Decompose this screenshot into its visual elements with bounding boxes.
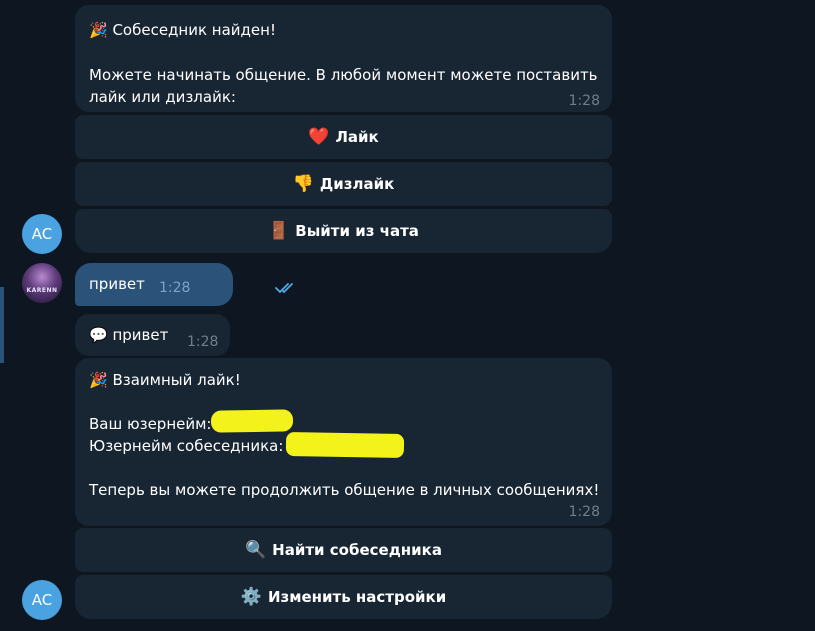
message-outgoing: привет 1:28 xyxy=(75,263,293,306)
thumbs-down-icon: 👎 xyxy=(292,174,314,194)
message-incoming-echo: 💬 привет 1:28 xyxy=(75,314,230,356)
your-username-label: Ваш юзернейм: xyxy=(89,415,212,433)
bot-avatar[interactable]: AC xyxy=(22,580,62,620)
change-settings-button[interactable]: ⚙️ Изменить настройки xyxy=(75,575,612,619)
user-avatar[interactable]: KARENN xyxy=(22,263,62,303)
scrollbar-track[interactable] xyxy=(811,0,815,631)
redaction-highlight xyxy=(210,409,294,433)
leave-chat-button-label: Выйти из чата xyxy=(295,222,419,240)
like-button-label: Лайк xyxy=(335,128,379,146)
change-settings-button-label: Изменить настройки xyxy=(267,588,447,606)
message-text: привет xyxy=(89,275,145,293)
gear-icon: ⚙️ xyxy=(240,587,262,607)
door-icon: 🚪 xyxy=(268,221,290,241)
dislike-button-label: Дизлайк xyxy=(319,175,395,193)
message-partner-found: 🎉 Собеседник найден! Можете начинать общ… xyxy=(75,5,612,112)
bot-avatar-initials: AC xyxy=(31,225,53,243)
message-time: 1:28 xyxy=(568,93,600,109)
message-title: 🎉 Собеседник найден! xyxy=(89,21,276,39)
magnifier-icon: 🔍 xyxy=(245,540,267,560)
leave-chat-button[interactable]: 🚪 Выйти из чата xyxy=(75,209,612,253)
bot-avatar[interactable]: AC xyxy=(22,214,62,254)
message-text: 💬 привет xyxy=(89,326,169,344)
like-button[interactable]: ❤️ Лайк xyxy=(75,115,612,159)
redaction-highlight xyxy=(285,431,405,459)
double-check-icon xyxy=(275,280,295,298)
message-body-line2: лайк или дизлайк: xyxy=(89,88,236,106)
message-title: 🎉 Взаимный лайк! xyxy=(89,371,241,389)
dislike-button[interactable]: 👎 Дизлайк xyxy=(75,162,612,206)
message-time: 1:28 xyxy=(187,334,219,350)
message-time: 1:28 xyxy=(159,280,191,296)
bot-avatar-initials: AC xyxy=(31,591,53,609)
heart-icon: ❤️ xyxy=(308,127,330,147)
message-body-line1: Можете начинать общение. В любой момент … xyxy=(89,66,598,84)
partner-username-label: Юзернейм собеседника: xyxy=(89,437,284,455)
message-time: 1:28 xyxy=(568,504,600,520)
user-avatar-label: KARENN xyxy=(26,287,58,294)
find-partner-button[interactable]: 🔍 Найти собеседника xyxy=(75,528,612,572)
find-partner-button-label: Найти собеседника xyxy=(272,541,442,559)
active-chat-indicator xyxy=(0,287,4,363)
message-footer: Теперь вы можете продолжить общение в ли… xyxy=(89,481,600,499)
